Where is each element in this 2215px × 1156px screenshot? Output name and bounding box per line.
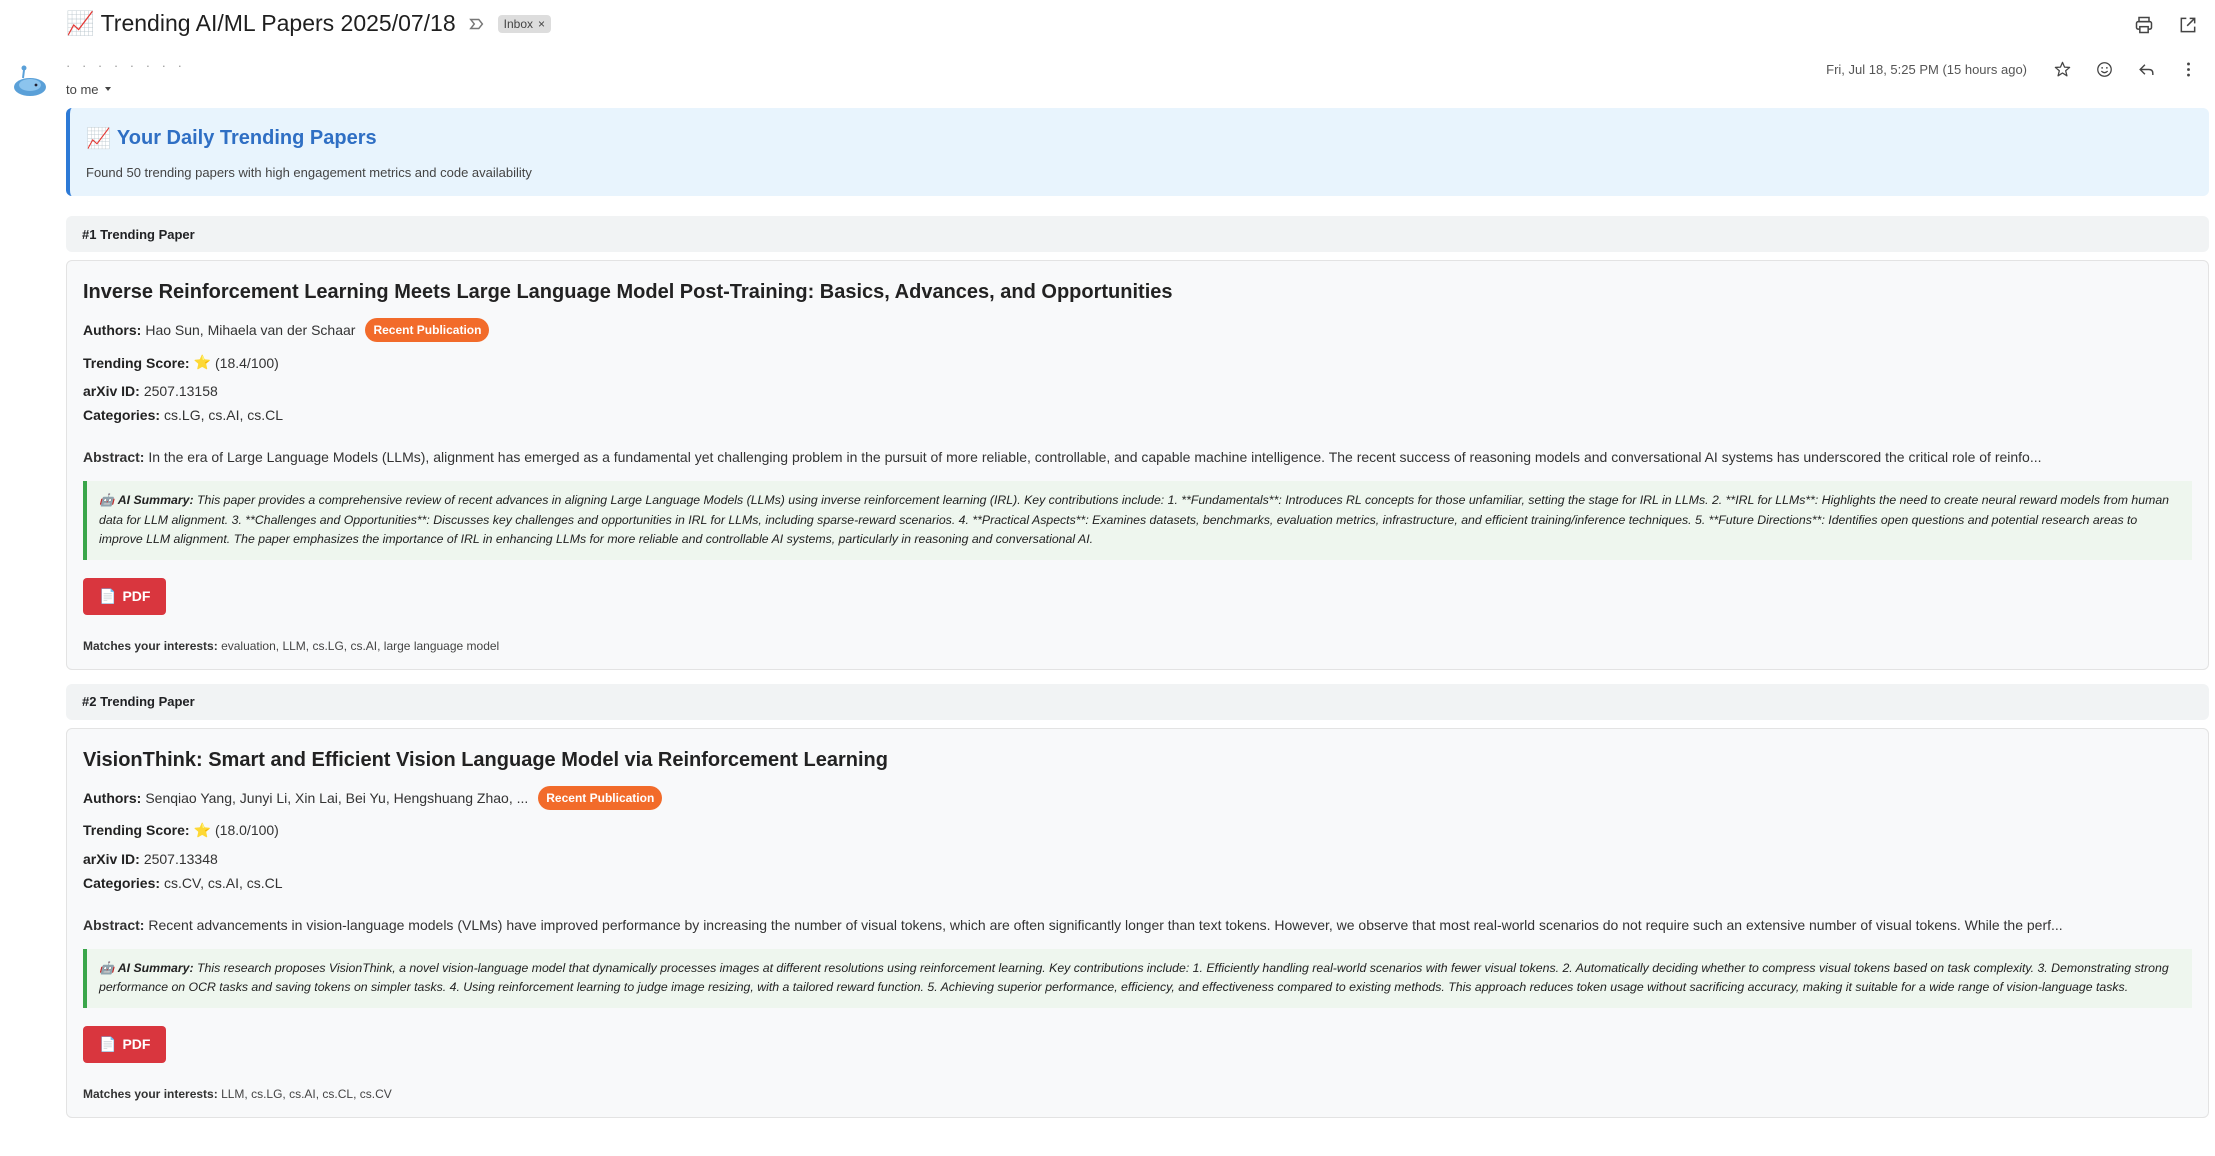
ai-summary-label: AI Summary: [117,493,194,507]
more-options-icon[interactable] [2177,58,2199,80]
abstract-line: Abstract: Recent advancements in vision-… [83,917,2192,933]
paper-authors-line: Authors: Hao Sun, Mihaela van der Schaar… [83,318,2192,342]
sender-name[interactable]: · · · · · · · · [66,58,186,73]
arxiv-id-value: 2507.13158 [143,383,218,399]
star-rating-icon: ⭐ [193,821,212,838]
star-icon[interactable] [2051,58,2073,80]
message-meta: Fri, Jul 18, 5:25 PM (15 hours ago) [1826,58,2199,80]
interests-value: evaluation, LLM, cs.LG, cs.AI, large lan… [221,638,500,653]
categories-label: Categories: [83,874,161,891]
interests-line: Matches your interests: evaluation, LLM,… [83,639,2192,653]
ai-summary-label: AI Summary: [117,960,194,975]
authors-label: Authors: [83,322,142,338]
recipient-details-toggle[interactable]: to me [66,82,113,97]
ai-summary-text: This research proposes VisionThink, a no… [99,960,2169,995]
abstract-line: Abstract: In the era of Large Language M… [83,449,2192,465]
document-icon: 📄 [99,1035,117,1052]
message-date: Fri, Jul 18, 5:25 PM (15 hours ago) [1826,61,2027,77]
chevron-down-icon [103,82,113,97]
pdf-button[interactable]: 📄 PDF [83,577,167,615]
paper-authors-line: Authors: Senqiao Yang, Junyi Li, Xin Lai… [83,785,2192,810]
abstract-label: Abstract: [83,449,145,465]
banner-title: 📈 Your Daily Trending Papers [86,126,2191,151]
inbox-label-chip[interactable]: Inbox × [497,14,552,33]
trending-score-label: Trending Score: [83,822,190,838]
categories-label: Categories: [83,407,161,423]
robot-icon: 🤖 [99,960,115,975]
emoji-reaction-icon[interactable] [2093,58,2115,80]
email-body: 📈 Your Daily Trending Papers Found 50 tr… [66,108,2209,1118]
reply-icon[interactable] [2135,58,2157,80]
paper-rank-header: #1 Trending Paper [66,216,2209,252]
importance-marker-icon[interactable] [468,15,486,33]
interests-value: LLM, cs.LG, cs.AI, cs.CL, cs.CV [221,1086,392,1101]
matches-label: Matches your interests: [83,638,218,653]
paper-card: VisionThink: Smart and Efficient Vision … [66,727,2209,1118]
email-subject: 📈 Trending AI/ML Papers 2025/07/18 [66,10,456,36]
chart-increasing-icon: 📈 [86,128,111,150]
ai-summary-box: 🤖 AI Summary: This research proposes Vis… [83,948,2192,1008]
arxiv-id-line: arXiv ID: 2507.13348 [83,851,2192,867]
paper-authors: Hao Sun, Mihaela van der Schaar [145,322,356,338]
recent-publication-badge: Recent Publication [538,785,663,810]
categories-value: cs.CV, cs.AI, cs.CL [164,874,283,891]
abstract-text: In the era of Large Language Models (LLM… [148,449,2042,465]
banner-title-text: Your Daily Trending Papers [116,127,377,149]
abstract-text: Recent advancements in vision-language m… [148,916,2063,933]
pdf-button[interactable]: 📄 PDF [83,1025,167,1063]
recent-publication-badge: Recent Publication [365,318,490,342]
arxiv-id-label: arXiv ID: [83,383,140,399]
matches-label: Matches your interests: [83,1086,218,1101]
open-in-new-window-icon[interactable] [2177,14,2199,36]
top-actions [2133,14,2199,36]
paper-rank-header: #2 Trending Paper [66,683,2209,720]
paper-title: Inverse Reinforcement Learning Meets Lar… [83,281,1173,303]
paper-card: Inverse Reinforcement Learning Meets Lar… [66,260,2209,670]
arxiv-id-line: arXiv ID: 2507.13158 [83,383,2192,399]
banner-subtitle: Found 50 trending papers with high engag… [86,165,532,180]
arxiv-id-label: arXiv ID: [83,850,140,867]
subject-row: 📈 Trending AI/ML Papers 2025/07/18 Inbox… [66,10,552,37]
abstract-label: Abstract: [83,916,145,933]
pdf-button-label: PDF [122,588,151,604]
recipient-text: to me [66,82,99,97]
star-rating-icon: ⭐ [193,354,212,370]
robot-icon: 🤖 [99,493,115,507]
document-icon: 📄 [99,587,117,604]
interests-line: Matches your interests: LLM, cs.LG, cs.A… [83,1087,2192,1101]
paper-authors: Senqiao Yang, Junyi Li, Xin Lai, Bei Yu,… [145,789,529,806]
authors-label: Authors: [83,789,142,806]
remove-label-icon[interactable]: × [538,17,545,31]
pdf-button-label: PDF [122,1036,151,1052]
trending-score-value: (18.0/100) [215,822,279,838]
daily-banner: 📈 Your Daily Trending Papers Found 50 tr… [66,108,2209,196]
arxiv-id-value: 2507.13348 [143,850,218,867]
trending-score-line: Trending Score: ⭐ (18.4/100) [83,354,2192,371]
trending-score-label: Trending Score: [83,354,190,371]
ai-summary-text: This paper provides a comprehensive revi… [99,493,2169,546]
trending-score-value: (18.4/100) [215,354,279,371]
categories-line: Categories: cs.CV, cs.AI, cs.CL [83,875,2192,891]
inbox-label-text: Inbox [503,16,534,31]
categories-value: cs.LG, cs.AI, cs.CL [164,407,284,423]
trending-score-line: Trending Score: ⭐ (18.0/100) [83,822,2192,839]
print-icon[interactable] [2133,14,2155,36]
ai-summary-box: 🤖 AI Summary: This paper provides a comp… [83,481,2192,560]
sender-avatar[interactable] [10,60,50,100]
paper-title: VisionThink: Smart and Efficient Vision … [83,748,888,771]
categories-line: Categories: cs.LG, cs.AI, cs.CL [83,407,2192,423]
